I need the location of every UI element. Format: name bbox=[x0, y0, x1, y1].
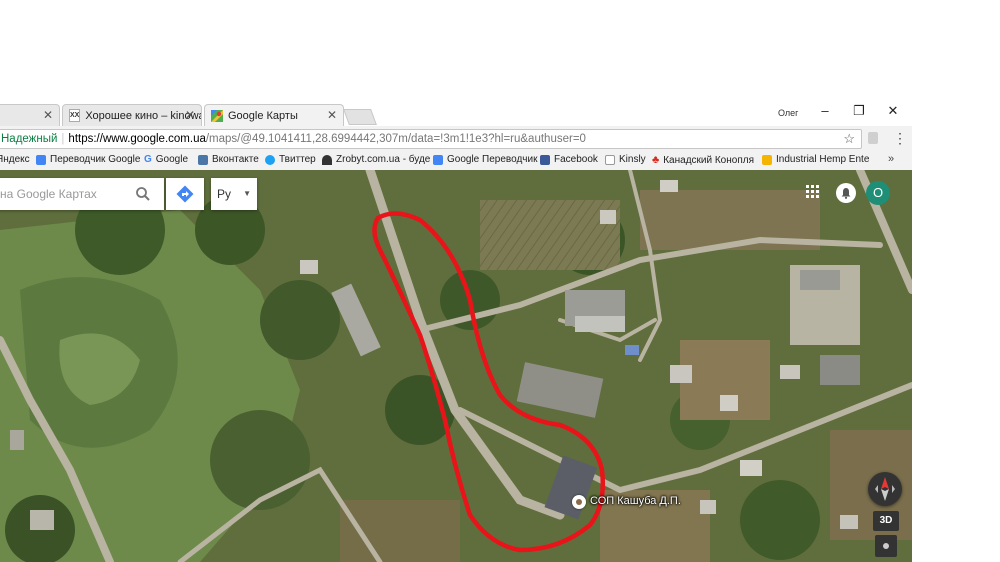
tab-label: Google Карты bbox=[228, 109, 298, 122]
bookmark-google-translator[interactable]: Google Переводчик bbox=[433, 154, 537, 165]
tilt-3d-button[interactable]: 3D bbox=[873, 511, 899, 531]
kinowa-favicon-icon: XX bbox=[69, 109, 81, 122]
bookmark-label: Твиттер bbox=[279, 154, 316, 165]
bookmark-hemp[interactable]: Industrial Hemp Ente bbox=[762, 154, 869, 165]
bookmark-label: Google Переводчик bbox=[447, 154, 538, 165]
bookmark-label: Kinsly bbox=[619, 154, 646, 165]
tab-1[interactable]: ✕ bbox=[0, 104, 60, 126]
menu-icon[interactable]: ⋮ bbox=[893, 130, 907, 147]
map-view[interactable]: на Google Картах Ру ▼ О СОП Кашуба Д.П. … bbox=[0, 170, 912, 562]
bookmark-google[interactable]: G Google bbox=[144, 154, 188, 165]
place-marker-icon[interactable] bbox=[572, 495, 586, 509]
language-select[interactable]: Ру ▼ bbox=[211, 178, 257, 210]
bell-icon bbox=[841, 188, 851, 199]
url-host: https://www.google.com.ua bbox=[68, 133, 206, 145]
bookmark-label: Переводчик Google bbox=[50, 154, 141, 165]
profile-name[interactable]: Олег bbox=[778, 108, 798, 118]
my-location-button[interactable] bbox=[875, 535, 897, 557]
compass-button[interactable] bbox=[868, 472, 902, 506]
vk-icon bbox=[198, 154, 208, 165]
map-search-input[interactable]: на Google Картах bbox=[0, 178, 164, 210]
page-icon bbox=[605, 154, 615, 165]
zrobyt-icon bbox=[322, 154, 332, 165]
restore-button[interactable]: ❐ bbox=[849, 103, 869, 119]
window-close-button[interactable]: ✕ bbox=[883, 103, 903, 119]
bookmark-label: Вконтакте bbox=[212, 154, 259, 165]
translate-icon bbox=[433, 154, 443, 165]
bookmark-label: Канадский Конопля bbox=[663, 154, 754, 166]
folder-icon bbox=[762, 154, 772, 165]
minimize-button[interactable]: – bbox=[815, 103, 835, 118]
close-icon[interactable]: ✕ bbox=[185, 108, 195, 122]
compass-icon bbox=[875, 477, 895, 501]
bookmarks-bar: Яндекс Переводчик Google G Google Вконта… bbox=[0, 152, 912, 171]
bookmark-twitter[interactable]: Твиттер bbox=[265, 154, 316, 165]
bookmark-label: Facebook bbox=[554, 154, 598, 165]
security-label[interactable]: Надежный bbox=[0, 133, 57, 145]
tab-kinowa[interactable]: XX Хорошее кино – kinowa ✕ bbox=[62, 104, 202, 126]
location-dot-icon bbox=[883, 543, 889, 549]
tab-strip: ✕ XX Хорошее кино – kinowa ✕ Google Карт… bbox=[0, 100, 912, 126]
bookmark-zrobyt[interactable]: Zrobyt.com.ua - буде bbox=[322, 154, 430, 165]
bookmark-yandex[interactable]: Яндекс bbox=[0, 154, 30, 165]
twitter-icon bbox=[265, 154, 275, 165]
language-value: Ру bbox=[217, 187, 232, 201]
satellite-imagery bbox=[0, 170, 912, 562]
bookmark-star-icon[interactable]: ☆ bbox=[843, 130, 855, 148]
apps-grid-icon[interactable] bbox=[806, 185, 820, 199]
close-icon[interactable]: ✕ bbox=[43, 108, 53, 122]
tab-google-maps[interactable]: Google Карты ✕ bbox=[204, 104, 344, 126]
bookmark-label: Zrobyt.com.ua - буде bbox=[336, 154, 431, 165]
bookmarks-overflow-button[interactable]: » bbox=[888, 153, 894, 165]
maps-icon bbox=[211, 109, 223, 122]
bookmark-canadian[interactable]: ♣ Канадский Конопля bbox=[652, 154, 754, 166]
bookmark-translate[interactable]: Переводчик Google bbox=[36, 154, 140, 165]
divider: | bbox=[61, 133, 65, 145]
directions-button[interactable] bbox=[166, 178, 204, 210]
google-icon: G bbox=[144, 154, 152, 165]
toolbar: Надежный | https://www.google.com.ua/maps/… bbox=[0, 126, 912, 152]
maple-leaf-icon: ♣ bbox=[652, 154, 660, 166]
translate-icon bbox=[36, 154, 46, 165]
search-placeholder: на Google Картах bbox=[0, 187, 97, 201]
bookmark-label: Industrial Hemp Ente bbox=[776, 154, 870, 165]
browser-window: ✕ XX Хорошее кино – kinowa ✕ Google Карт… bbox=[0, 100, 912, 562]
search-icon[interactable] bbox=[135, 186, 151, 202]
close-icon[interactable]: ✕ bbox=[327, 108, 337, 122]
url-path: /maps/@49.1041411,28.6994442,307m/data=!… bbox=[205, 133, 586, 145]
place-label[interactable]: СОП Кашуба Д.П. bbox=[590, 495, 681, 507]
bookmark-label: Google bbox=[155, 154, 189, 165]
bookmark-facebook[interactable]: Facebook bbox=[540, 154, 598, 165]
extension-icon[interactable] bbox=[868, 132, 878, 144]
notifications-bell-icon[interactable] bbox=[836, 183, 856, 203]
facebook-icon bbox=[540, 154, 550, 165]
avatar[interactable]: О bbox=[866, 181, 890, 205]
caret-down-icon: ▼ bbox=[243, 189, 251, 198]
bookmark-kinsly[interactable]: Kinsly bbox=[605, 154, 646, 165]
bookmark-vk[interactable]: Вконтакте bbox=[198, 154, 259, 165]
bookmark-label: Яндекс bbox=[0, 154, 30, 165]
new-tab-button[interactable] bbox=[343, 109, 377, 125]
directions-icon bbox=[176, 185, 194, 203]
address-bar[interactable]: Надежный | https://www.google.com.ua/maps/… bbox=[0, 129, 862, 149]
